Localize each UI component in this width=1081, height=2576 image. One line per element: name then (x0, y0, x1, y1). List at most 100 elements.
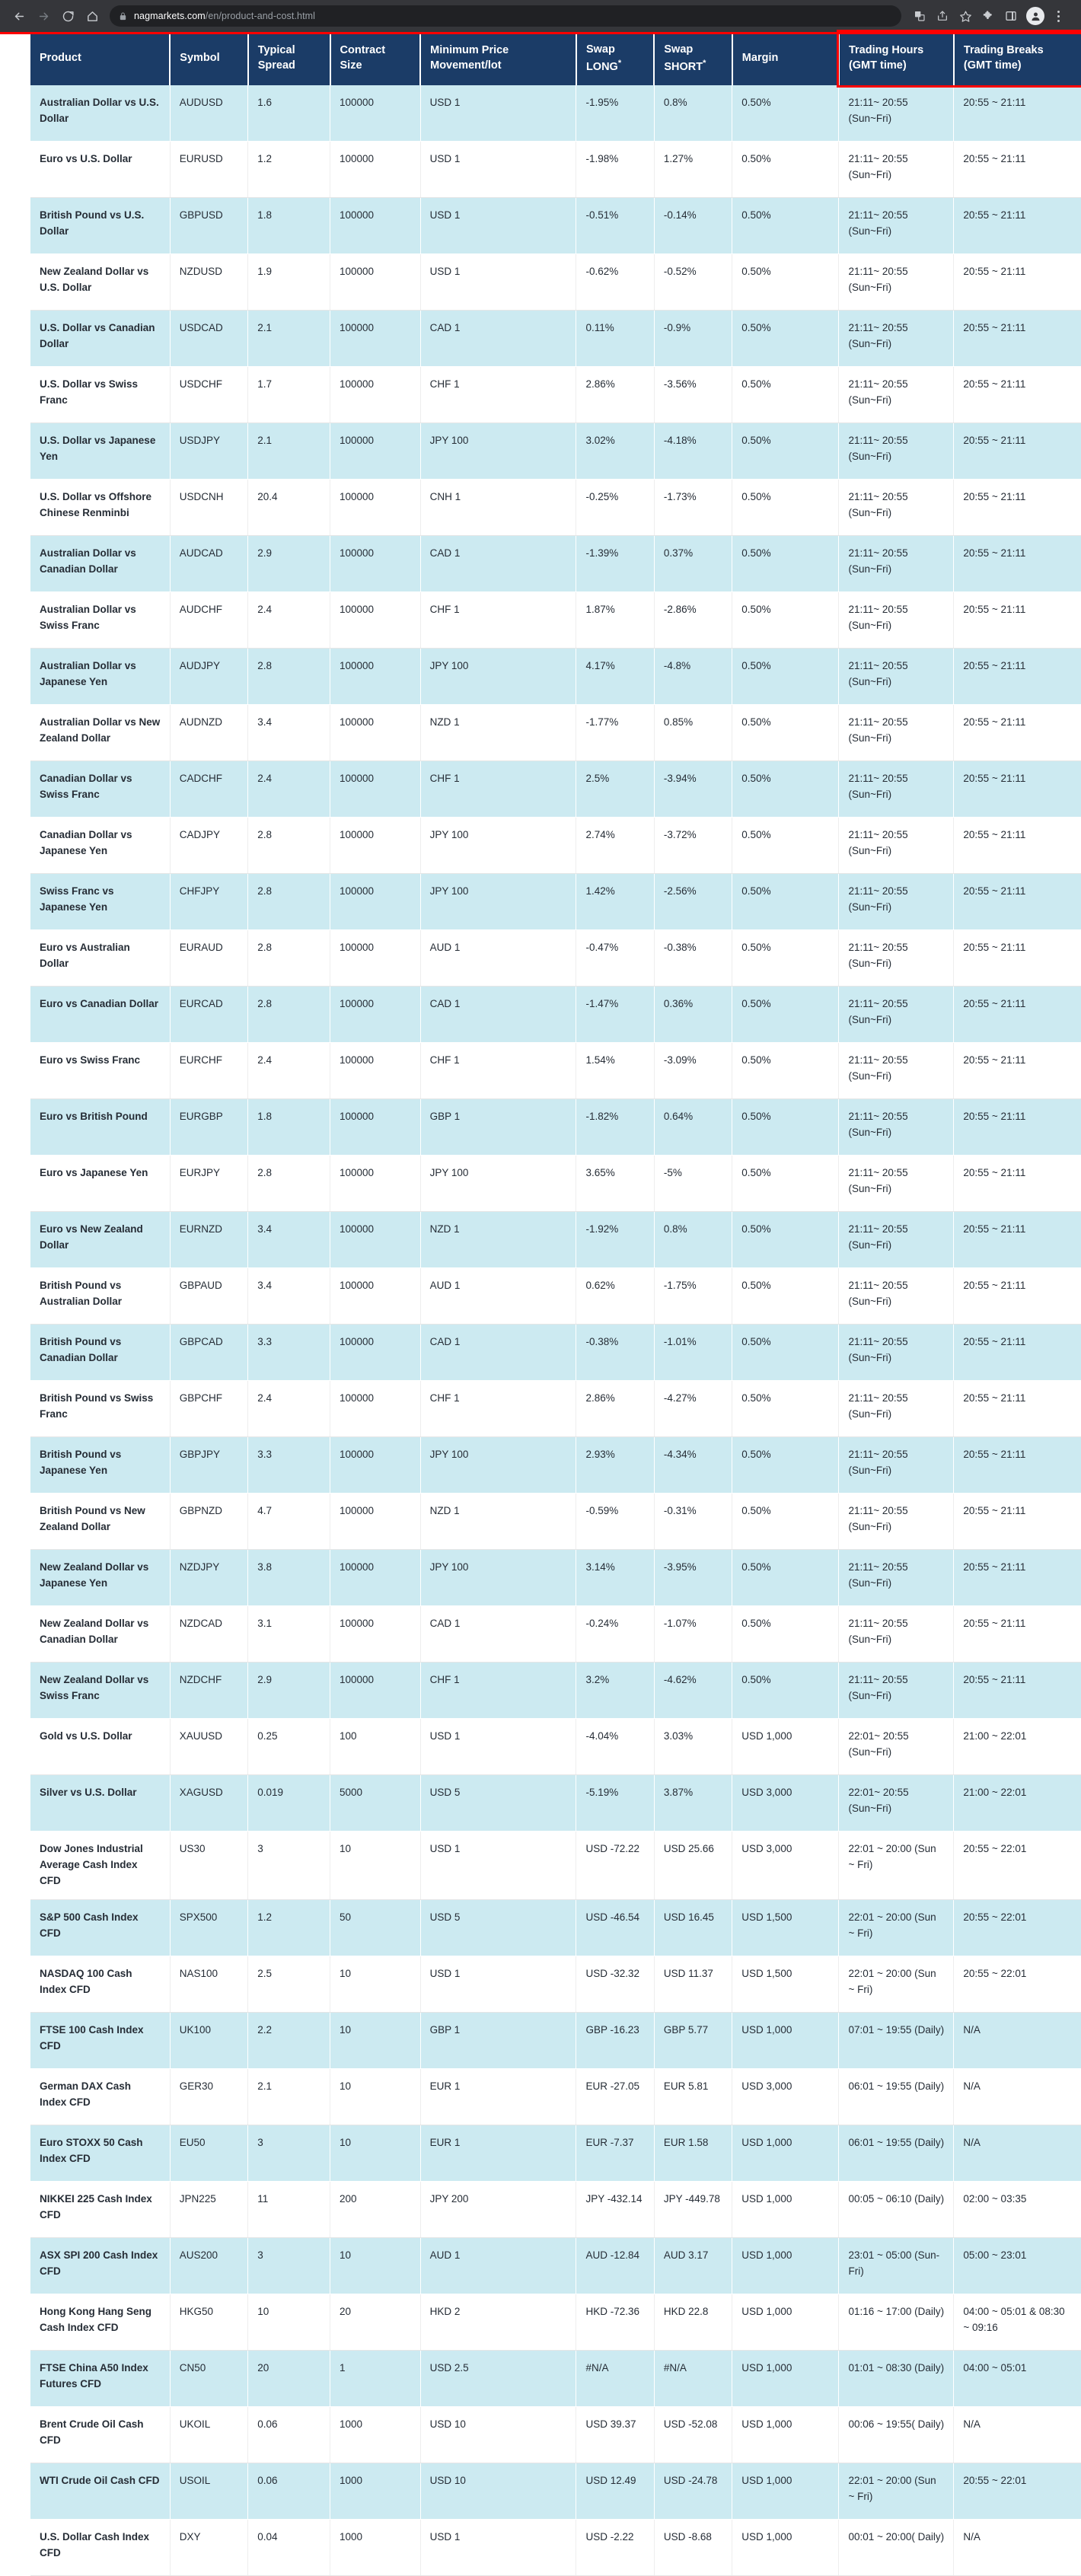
forward-arrow-icon[interactable] (32, 5, 55, 27)
cell-symbol: AUDCHF (170, 591, 249, 649)
cell-symbol: AUDNZD (170, 704, 249, 762)
cell-symbol: NAS100 (170, 1956, 249, 2013)
column-header-margin[interactable]: Margin (732, 32, 840, 85)
cell-symbol: GBPAUD (170, 1267, 249, 1325)
cell-minimum-price-movement: CHF 1 (420, 760, 577, 818)
cell-trading-hours: 21:11~ 20:55 (Sun~Fri) (838, 1662, 955, 1720)
cell-trading-breaks: 20:55 ~ 21:11 (953, 1098, 1081, 1156)
cell-swap-long: -0.38% (576, 1324, 655, 1382)
table-row: Euro vs U.S. Dollar EURUSD 1.2 100000 USD 1-… (30, 141, 1081, 199)
cell-minimum-price-movement: GBP 1 (420, 1098, 577, 1156)
cell-trading-breaks: 20:55 ~ 22:01 (953, 1899, 1081, 1957)
cell-minimum-price-movement: AUD 1 (420, 2237, 577, 2295)
cell-typical-spread: 3.4 (247, 704, 331, 762)
cell-contract-size: 1000 (330, 2406, 421, 2464)
column-header-product[interactable]: Product (30, 32, 171, 85)
home-icon[interactable] (81, 5, 104, 27)
cell-symbol: XAGUSD (170, 1774, 249, 1832)
cell-product: Euro vs Japanese Yen (30, 1155, 171, 1213)
column-header-trading-breaks[interactable]: Trading Breaks (GMT time) (953, 32, 1081, 85)
cell-margin: 0.50% (732, 1662, 840, 1720)
table-row: Euro vs Swiss Franc EURCHF 2.4 100000 CHF 11… (30, 1042, 1081, 1100)
table-row: Gold vs U.S. Dollar XAUUSD 0.25 100 USD 1 -4.… (30, 1718, 1081, 1776)
cell-product: NASDAQ 100 Cash Index CFD (30, 1956, 171, 2013)
cell-product: British Pound vs Swiss Franc (30, 1380, 171, 1438)
column-header-contract-size[interactable]: Contract Size (330, 32, 422, 85)
cell-typical-spread: 2.4 (247, 1380, 331, 1438)
column-header-swap-short[interactable]: Swap SHORT* (654, 32, 733, 85)
cell-trading-hours: 07:01 ~ 19:55 (Daily) (838, 2012, 955, 2070)
column-header-typical-spread[interactable]: Typical Spread (247, 32, 331, 85)
swap-long-asterisk: * (617, 58, 622, 68)
profile-avatar-icon[interactable] (1026, 7, 1044, 25)
cell-minimum-price-movement: USD 5 (420, 1899, 577, 1957)
translate-icon[interactable] (909, 5, 930, 27)
side-panel-icon[interactable] (1000, 5, 1022, 27)
cell-typical-spread: 3.4 (247, 1267, 331, 1325)
table-row: Euro vs Japanese Yen EURJPY 2.8 100000 JPY 1… (30, 1155, 1081, 1213)
cell-trading-hours: 21:11~ 20:55 (Sun~Fri) (838, 929, 955, 987)
table-row: British Pound vs Japanese Yen GBPJPY 3.3 10… (30, 1436, 1081, 1494)
cell-swap-short: -1.01% (654, 1324, 733, 1382)
cell-typical-spread: 2.8 (247, 873, 331, 931)
puzzle-icon[interactable] (977, 5, 999, 27)
cell-swap-short: 1.27% (654, 141, 733, 199)
column-header-trading-hours[interactable]: Trading Hours (GMT time) (838, 32, 955, 85)
cell-margin: 0.50% (732, 817, 840, 875)
address-bar[interactable]: nagmarkets.com/en/product-and-cost.html (110, 5, 901, 27)
cell-symbol: AUDUSD (170, 84, 249, 142)
cell-trading-hours: 21:11~ 20:55 (Sun~Fri) (838, 366, 955, 424)
column-header-symbol[interactable]: Symbol (170, 32, 249, 85)
cell-typical-spread: 3.1 (247, 1605, 331, 1663)
cell-product: U.S. Dollar vs Japanese Yen (30, 422, 171, 480)
cell-product: British Pound vs Japanese Yen (30, 1436, 171, 1494)
three-dot-menu-icon[interactable] (1049, 5, 1067, 27)
reload-icon[interactable] (56, 5, 79, 27)
table-row: Silver vs U.S. Dollar XAGUSD 0.019 5000 USD … (30, 1774, 1081, 1832)
cell-contract-size: 100000 (330, 141, 421, 199)
cell-contract-size: 10 (330, 2237, 421, 2295)
cell-product: Australian Dollar vs U.S. Dollar (30, 84, 171, 142)
cell-swap-short: -1.75% (654, 1267, 733, 1325)
cell-minimum-price-movement: CNH 1 (420, 479, 577, 537)
cell-symbol: XAUUSD (170, 1718, 249, 1776)
cell-swap-short: -1.73% (654, 479, 733, 537)
star-icon[interactable] (955, 5, 976, 27)
cell-swap-long: 3.2% (576, 1662, 655, 1720)
cell-contract-size: 10 (330, 2012, 421, 2070)
cell-contract-size: 100000 (330, 873, 421, 931)
cell-trading-hours: 22:01~ 20:55 (Sun~Fri) (838, 1774, 955, 1832)
cell-typical-spread: 0.019 (247, 1774, 331, 1832)
column-header-swap-long[interactable]: Swap LONG* (576, 32, 655, 85)
cell-swap-long: USD -72.22 (576, 1831, 655, 1901)
cell-minimum-price-movement: USD 1 (420, 1956, 577, 2013)
cell-product: New Zealand Dollar vs Japanese Yen (30, 1549, 171, 1607)
cell-symbol: CADJPY (170, 817, 249, 875)
cell-product: Euro vs New Zealand Dollar (30, 1211, 171, 1269)
column-header-minimum-price-movement[interactable]: Minimum Price Movement/lot (420, 32, 577, 85)
back-arrow-icon[interactable] (8, 5, 30, 27)
cell-contract-size: 100000 (330, 1436, 421, 1494)
cell-typical-spread: 2.2 (247, 2012, 331, 2070)
cell-swap-short: USD 16.45 (654, 1899, 733, 1957)
cell-trading-hours: 22:01 ~ 20:00 (Sun ~ Fri) (838, 2463, 955, 2520)
cell-typical-spread: 2.8 (247, 1155, 331, 1213)
share-icon[interactable] (932, 5, 953, 27)
cell-product: Silver vs U.S. Dollar (30, 1774, 171, 1832)
cell-symbol: USOIL (170, 2463, 249, 2520)
cell-minimum-price-movement: JPY 200 (420, 2181, 577, 2239)
cell-typical-spread: 3 (247, 1831, 331, 1901)
cell-contract-size: 100 (330, 1718, 421, 1776)
cell-swap-short: 3.87% (654, 1774, 733, 1832)
cell-contract-size: 100000 (330, 1605, 421, 1663)
table-row: Euro vs Canadian Dollar EURCAD 2.8 100000 CA… (30, 986, 1081, 1044)
cell-trading-breaks: 20:55 ~ 21:11 (953, 760, 1081, 818)
cell-margin: 0.50% (732, 1155, 840, 1213)
cell-trading-breaks: N/A (953, 2406, 1081, 2464)
cell-trading-breaks: N/A (953, 2125, 1081, 2182)
cell-swap-short: -4.18% (654, 422, 733, 480)
cell-margin: USD 1,000 (732, 2237, 840, 2295)
cell-product: Australian Dollar vs Swiss Franc (30, 591, 171, 649)
cell-margin: USD 1,500 (732, 1899, 840, 1957)
cell-typical-spread: 0.06 (247, 2463, 331, 2520)
